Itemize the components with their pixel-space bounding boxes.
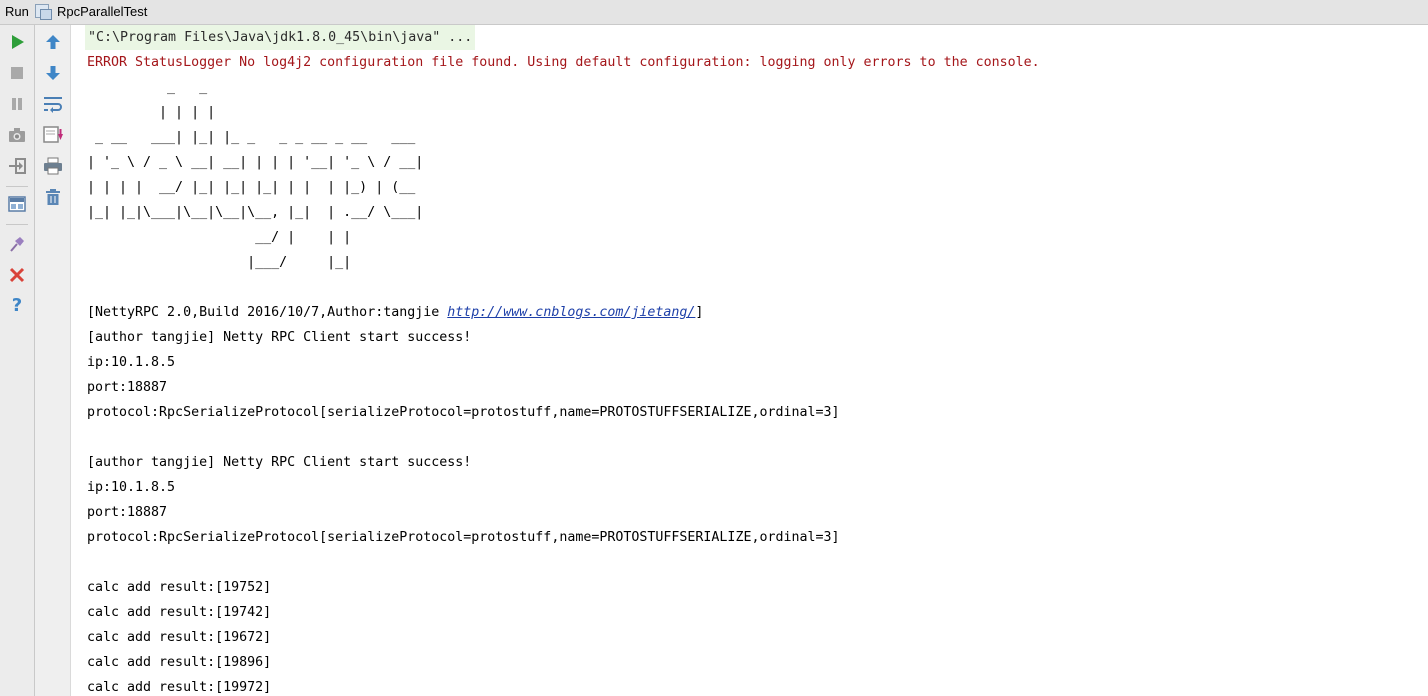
banner-line: | | | | <box>87 105 216 120</box>
result-line: calc add result:[19742] <box>87 605 272 620</box>
banner-line: |_| |_|\___|\__|\__|\__, |_| | .__/ \___… <box>87 205 424 220</box>
banner-line: _ _ <box>87 80 208 95</box>
exit-icon[interactable] <box>6 155 28 177</box>
command-line: "C:\Program Files\Java\jdk1.8.0_45\bin\j… <box>85 25 476 50</box>
stop-icon[interactable] <box>6 62 28 84</box>
scroll-to-end-icon[interactable] <box>42 124 64 146</box>
result-line: calc add result:[19896] <box>87 655 272 670</box>
toolbar-separator <box>6 186 28 187</box>
banner-line: |___/ |_| <box>87 255 352 270</box>
run-tool-window-header: Run RpcParallelTest <box>0 0 1428 25</box>
help-icon[interactable]: ? <box>6 295 28 317</box>
port-line: port:18887 <box>87 505 168 520</box>
port-line: port:18887 <box>87 380 168 395</box>
client-start-line: [author tangjie] Netty RPC Client start … <box>87 330 472 345</box>
banner-line: _ __ ___| |_| |_ _ _ _ __ _ __ ___ <box>87 130 416 145</box>
error-line: ERROR StatusLogger No log4j2 configurati… <box>87 55 1040 70</box>
ip-line: ip:10.1.8.5 <box>87 355 176 370</box>
pause-icon[interactable] <box>6 93 28 115</box>
result-line: calc add result:[19972] <box>87 680 272 695</box>
banner-line: __/ | | | <box>87 230 352 245</box>
toolbar-separator <box>6 224 28 225</box>
run-toolbar: ? <box>0 25 35 696</box>
ip-line: ip:10.1.8.5 <box>87 480 176 495</box>
protocol-line: protocol:RpcSerializeProtocol[serializeP… <box>87 530 840 545</box>
info-line: [NettyRPC 2.0,Build 2016/10/7,Author:tan… <box>87 300 703 325</box>
pin-icon[interactable] <box>6 233 28 255</box>
layout-icon[interactable] <box>6 193 28 215</box>
trash-icon[interactable] <box>42 186 64 208</box>
result-line: calc add result:[19672] <box>87 630 272 645</box>
info-suffix: ] <box>695 305 704 320</box>
protocol-line: protocol:RpcSerializeProtocol[serializeP… <box>87 405 840 420</box>
console-output[interactable]: "C:\Program Files\Java\jdk1.8.0_45\bin\j… <box>71 25 1428 696</box>
banner-line: | | | | __/ |_| |_| |_| | | | |_) | (__ <box>87 180 416 195</box>
run-label: Run <box>5 4 29 19</box>
soft-wrap-icon[interactable] <box>42 93 64 115</box>
down-arrow-icon[interactable] <box>42 62 64 84</box>
console-toolbar <box>35 25 71 696</box>
banner-line: | '_ \ / _ \ __| __| | | | '__| '_ \ / _… <box>87 155 424 170</box>
play-icon[interactable] <box>6 31 28 53</box>
close-icon[interactable] <box>6 264 28 286</box>
camera-icon[interactable] <box>6 124 28 146</box>
tab-rpc-parallel-test[interactable]: RpcParallelTest <box>57 4 147 19</box>
result-line: calc add result:[19752] <box>87 580 272 595</box>
author-blog-link[interactable]: http://www.cnblogs.com/jietang/ <box>447 305 695 320</box>
client-start-line: [author tangjie] Netty RPC Client start … <box>87 455 472 470</box>
info-prefix: [NettyRPC 2.0,Build 2016/10/7,Author:tan… <box>87 305 448 320</box>
up-arrow-icon[interactable] <box>42 31 64 53</box>
test-config-icon <box>35 4 52 20</box>
print-icon[interactable] <box>42 155 64 177</box>
